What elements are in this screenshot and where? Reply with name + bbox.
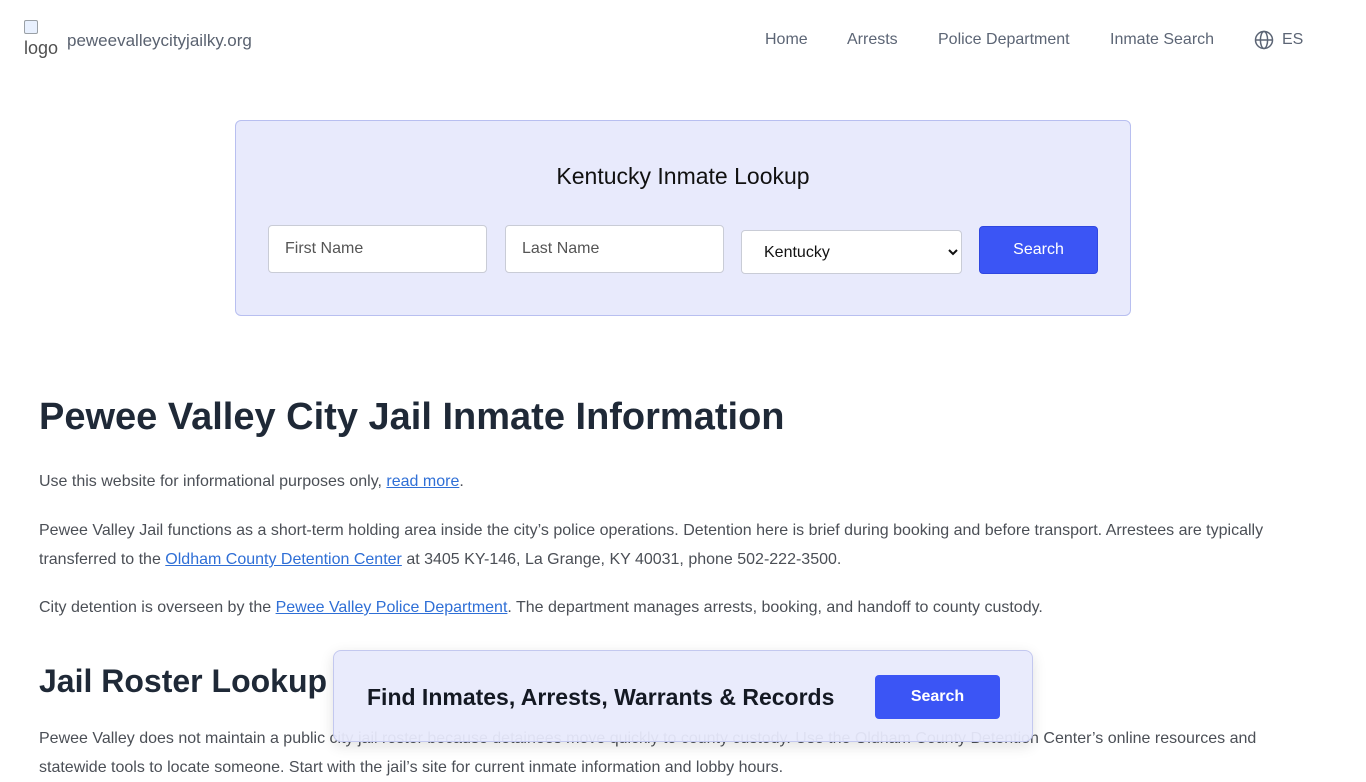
logo-image[interactable]: logo xyxy=(24,20,58,64)
nav-police-department[interactable]: Police Department xyxy=(938,31,1070,49)
detention-text-end: at 3405 KY-146, La Grange, KY 40031, pho… xyxy=(401,551,842,568)
sticky-banner-text: Find Inmates, Arrests, Warrants & Record… xyxy=(367,684,835,710)
nav-arrests[interactable]: Arrests xyxy=(847,31,898,49)
nav-inmate-search[interactable]: Inmate Search xyxy=(1110,31,1214,49)
nav-home[interactable]: Home xyxy=(765,31,808,49)
state-select[interactable]: Kentucky xyxy=(741,230,962,274)
intro-text: Use this website for informational purpo… xyxy=(39,473,387,490)
intro-paragraph: Use this website for informational purpo… xyxy=(39,467,1299,496)
last-name-input[interactable] xyxy=(505,225,724,273)
inmate-lookup-form: Kentucky Inmate Lookup Kentucky Search xyxy=(235,120,1131,316)
sticky-search-button[interactable]: Search xyxy=(875,675,1000,719)
site-header: logo peweevalleycityjailky.org Home Arre… xyxy=(0,0,1366,84)
broken-image-icon xyxy=(24,20,38,34)
read-more-link[interactable]: read more xyxy=(386,473,459,490)
page-title: Pewee Valley City Jail Inmate Informatio… xyxy=(39,396,785,438)
oversight-text-end: . The department manages arrests, bookin… xyxy=(507,599,1043,616)
language-switch[interactable]: ES xyxy=(1282,31,1303,49)
site-name-link[interactable]: peweevalleycityjailky.org xyxy=(67,31,252,51)
first-name-input[interactable] xyxy=(268,225,487,273)
detention-paragraph: Pewee Valley Jail functions as a short-t… xyxy=(39,516,1299,574)
sticky-search-banner: Find Inmates, Arrests, Warrants & Record… xyxy=(333,650,1033,742)
search-button[interactable]: Search xyxy=(979,226,1098,274)
intro-end: . xyxy=(459,473,464,490)
oversight-text-start: City detention is overseen by the xyxy=(39,599,276,616)
oversight-paragraph: City detention is overseen by the Pewee … xyxy=(39,593,1299,622)
police-department-link[interactable]: Pewee Valley Police Department xyxy=(276,599,508,616)
roster-heading: Jail Roster Lookup xyxy=(39,663,328,699)
lookup-title: Kentucky Inmate Lookup xyxy=(556,163,810,189)
logo-alt-text: logo xyxy=(24,38,59,58)
globe-icon[interactable] xyxy=(1254,30,1274,50)
oldham-county-link[interactable]: Oldham County Detention Center xyxy=(165,551,402,568)
